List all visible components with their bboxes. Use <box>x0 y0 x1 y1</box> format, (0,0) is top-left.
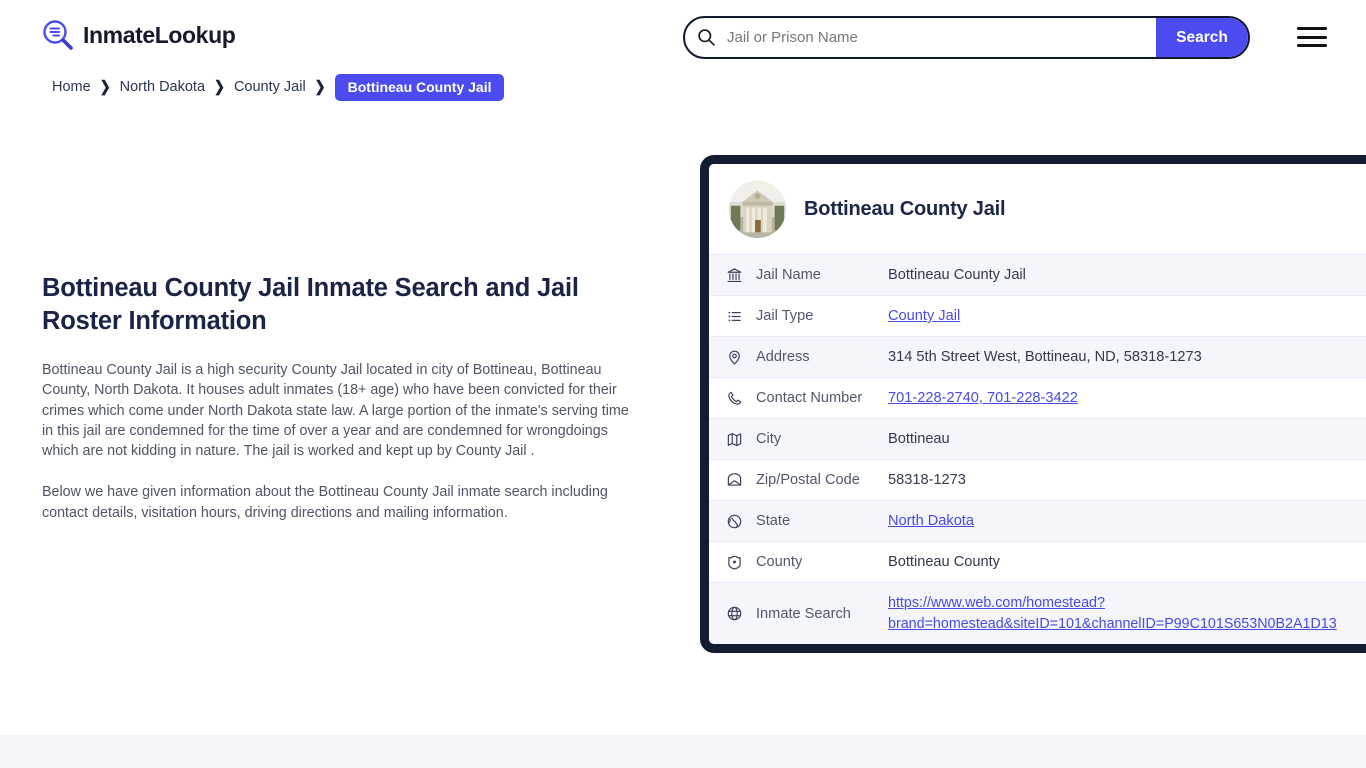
row-label: Zip/Postal Code <box>756 472 860 488</box>
row-value: 58318-1273 <box>888 472 966 488</box>
jail-details-table: Jail Name Bottineau County Jail Jail Typ… <box>709 254 1366 644</box>
breadcrumb: Home ❯ North Dakota ❯ County Jail ❯ Bott… <box>52 73 505 101</box>
contact-number-link[interactable]: 701-228-2740, 701-228-3422 <box>888 390 1078 406</box>
row-value: North Dakota <box>888 511 1366 531</box>
row-label: County <box>756 554 803 570</box>
breadcrumb-item-current: Bottineau County Jail <box>334 73 505 101</box>
search-button[interactable]: Search <box>1156 18 1248 57</box>
hamburger-bar <box>1297 27 1327 30</box>
courthouse-photo <box>729 181 786 238</box>
list-icon <box>726 308 756 325</box>
table-row: Jail Type County Jail <box>709 295 1366 336</box>
map-pin-icon <box>726 349 756 366</box>
chevron-right-icon: ❯ <box>214 77 225 96</box>
brand-name: InmateLookup <box>83 21 236 48</box>
state-link[interactable]: North Dakota <box>888 513 974 529</box>
hamburger-bar <box>1297 44 1327 47</box>
hamburger-menu-icon[interactable] <box>1297 26 1329 48</box>
globe-icon <box>726 513 756 530</box>
jail-info-card: Bottineau County Jail Jail Name Bottinea… <box>700 155 1366 653</box>
row-value: 701-228-2740, 701-228-3422 <box>888 388 1366 408</box>
chevron-right-icon: ❯ <box>99 77 111 96</box>
jail-type-link[interactable]: County Jail <box>888 308 960 324</box>
row-value: Bottineau County Jail <box>888 267 1026 283</box>
intro-paragraph: Bottineau County Jail is a high security… <box>42 362 629 460</box>
table-row: Inmate Search https://www.web.com/homest… <box>709 582 1366 644</box>
table-row: County Bottineau County <box>709 541 1366 582</box>
magnifier-list-icon <box>42 19 74 51</box>
table-row: Zip/Postal Code 58318-1273 <box>709 459 1366 500</box>
row-label: Jail Name <box>756 267 821 283</box>
row-value: Bottineau <box>888 431 950 447</box>
row-value: County Jail <box>888 306 1366 326</box>
row-label: Contact Number <box>756 390 863 406</box>
phone-icon <box>726 390 756 407</box>
row-label: Jail Type <box>756 308 814 324</box>
jail-info-card-title: Bottineau County Jail <box>804 198 1006 220</box>
row-label: Inmate Search <box>756 605 851 622</box>
map-icon <box>726 431 756 448</box>
table-row: Address 314 5th Street West, Bottineau, … <box>709 336 1366 377</box>
search-input[interactable] <box>721 18 1156 57</box>
breadcrumb-item-home[interactable]: Home <box>52 79 91 95</box>
secondary-paragraph: Below we have given information about th… <box>42 484 608 521</box>
search-icon <box>685 28 721 47</box>
table-row: City Bottineau <box>709 418 1366 459</box>
hamburger-bar <box>1297 35 1327 39</box>
row-value: Bottineau County <box>888 554 1000 570</box>
shield-icon <box>726 554 756 571</box>
row-value: https://www.web.com/homestead?brand=home… <box>888 593 1366 635</box>
inmate-search-link[interactable]: https://www.web.com/homestead?brand=home… <box>888 593 1366 635</box>
row-value: 314 5th Street West, Bottineau, ND, 5831… <box>888 349 1202 365</box>
search-bar[interactable]: Search <box>683 16 1250 59</box>
globe-grid-icon <box>726 605 756 622</box>
breadcrumb-item-state[interactable]: North Dakota <box>120 79 205 95</box>
breadcrumb-item-jail-type[interactable]: County Jail <box>234 79 306 95</box>
brand-logo-link[interactable]: InmateLookup <box>42 19 236 51</box>
jail-info-card-header: Bottineau County Jail <box>709 164 1366 254</box>
article-content: Bottineau County Jail Inmate Search and … <box>42 272 642 523</box>
page-title: Bottineau County Jail Inmate Search and … <box>42 274 579 335</box>
row-label: Address <box>756 349 810 365</box>
footer-band <box>0 735 1366 768</box>
row-label: City <box>756 431 782 447</box>
table-row: Contact Number 701-228-2740, 701-228-342… <box>709 377 1366 418</box>
table-row: State North Dakota <box>709 500 1366 541</box>
site-header: InmateLookup Search <box>0 0 1366 74</box>
bank-building-icon <box>726 267 756 284</box>
chevron-right-icon: ❯ <box>314 77 326 96</box>
envelope-icon <box>726 472 756 489</box>
row-label: State <box>756 513 791 529</box>
table-row: Jail Name Bottineau County Jail <box>709 254 1366 295</box>
